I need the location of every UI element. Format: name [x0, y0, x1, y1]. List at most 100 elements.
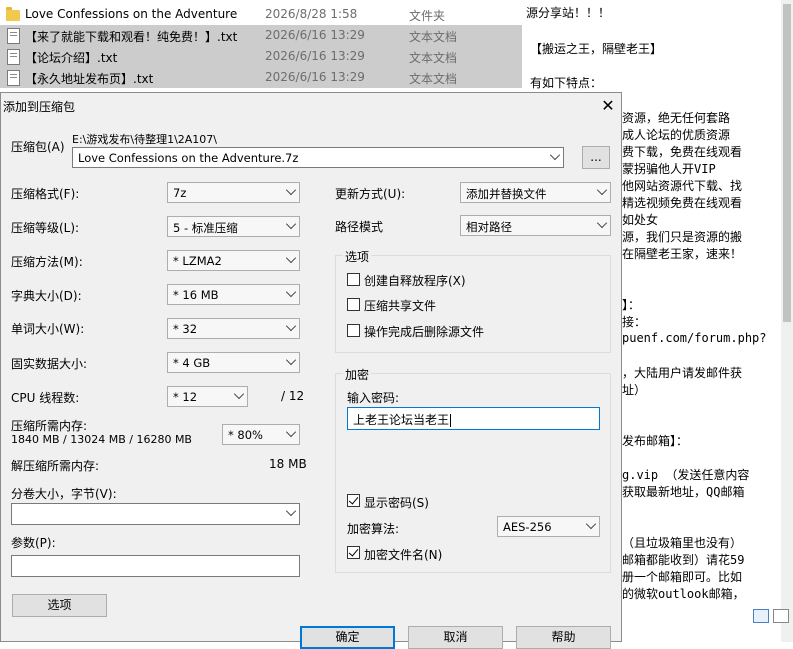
word-label: 单词大小(W): [11, 322, 85, 336]
text-line: 】： [622, 298, 641, 312]
archive-path: E:\游戏发布\待整理1\2A107\ [72, 133, 217, 146]
file-name: 【论坛介绍】.txt [25, 51, 118, 65]
params-input[interactable] [11, 555, 300, 577]
encryption-method-select[interactable]: AES-256 [497, 516, 600, 537]
file-date: 2026/6/16 13:29 [265, 49, 365, 63]
folder-icon [6, 7, 20, 23]
file-row-folder[interactable]: Love Confessions on the Adventure 2026/8… [0, 4, 522, 25]
file-type: 文本文档 [409, 51, 458, 65]
chevron-down-icon [233, 388, 245, 400]
shared-files-label: 压缩共享文件 [364, 299, 437, 313]
chevron-down-icon [285, 354, 297, 366]
options-group-title: 选项 [343, 248, 372, 265]
level-label: 压缩等级(L): [11, 221, 80, 235]
text-file-icon [6, 70, 20, 86]
file-list: Love Confessions on the Adventure 2026/8… [0, 0, 522, 96]
path-mode-select[interactable]: 相对路径 [460, 215, 611, 236]
text-file-icon [6, 49, 20, 65]
encrypt-names-checkbox[interactable] [347, 546, 360, 559]
text-line: g.vip （发送任意内容 [622, 468, 750, 482]
text-line: 源分享站！！！ [526, 6, 611, 20]
text-line: puenf.com/forum.php? [622, 331, 767, 345]
word-select[interactable]: * 32 [167, 318, 300, 339]
text-line: 如处女 [622, 213, 659, 227]
chevron-down-icon [285, 286, 297, 298]
cancel-button[interactable]: 取消 [408, 626, 503, 649]
text-line: ，大陆用户请发邮件获 [622, 366, 743, 380]
chevron-down-icon [596, 184, 608, 196]
chevron-down-icon [585, 518, 597, 530]
archive-name-input[interactable]: Love Confessions on the Adventure.7z [72, 147, 564, 168]
file-date: 2026/8/28 1:58 [265, 7, 358, 21]
format-select[interactable]: 7z [167, 182, 300, 203]
file-row[interactable]: 【来了就能下载和观看！纯免费！】.txt 2026/6/16 13:29 文本文… [0, 25, 522, 46]
file-type: 文本文档 [409, 72, 458, 86]
file-row[interactable]: 【永久地址发布页】.txt 2026/6/16 13:29 文本文档 [0, 67, 522, 88]
large-icons-view-icon[interactable] [773, 609, 789, 623]
delete-after-checkbox[interactable] [347, 324, 360, 337]
encryption-method-label: 加密算法: [347, 522, 400, 536]
text-line: 址） [622, 383, 647, 397]
text-line: 的微软outlook邮箱， [622, 587, 745, 601]
archive-label: 压缩包(A) [11, 140, 65, 154]
text-line: （且垃圾箱里也没有） [622, 536, 743, 550]
file-type: 文件夹 [409, 9, 446, 23]
scrollbar-thumb[interactable] [783, 4, 791, 322]
split-size-input[interactable] [11, 503, 300, 525]
file-date: 2026/6/16 13:29 [265, 28, 365, 42]
sfx-checkbox[interactable] [347, 273, 360, 286]
method-label: 压缩方法(M): [11, 255, 83, 269]
dialog-title: 添加到压缩包 [3, 100, 76, 114]
update-mode-select[interactable]: 添加并替换文件 [460, 182, 611, 203]
mem-decompress-label: 解压缩所需内存: [11, 459, 100, 473]
shared-files-checkbox[interactable] [347, 298, 360, 311]
file-date: 2026/6/16 13:29 [265, 70, 365, 84]
method-select[interactable]: * LZMA2 [167, 250, 300, 271]
path-mode-label: 路径模式 [335, 220, 384, 234]
vertical-scrollbar[interactable] [781, 0, 793, 642]
chevron-down-icon [285, 218, 297, 230]
text-line: 成人论坛的优质资源 [622, 128, 731, 142]
chevron-down-icon [285, 252, 297, 264]
text-line: 蒙拐骗他人开VIP [622, 162, 716, 176]
encryption-group-title: 加密 [343, 366, 372, 383]
show-password-checkbox[interactable] [347, 494, 360, 507]
mem-compress-value: 1840 MB / 13024 MB / 16280 MB [11, 433, 192, 446]
threads-label: CPU 线程数: [11, 391, 80, 405]
mem-decompress-value: 18 MB [269, 457, 307, 471]
split-label: 分卷大小，字节(V): [11, 487, 117, 501]
delete-after-label: 操作完成后删除源文件 [364, 325, 485, 339]
threads-max: / 12 [281, 389, 305, 403]
mem-compress-label: 压缩所需内存: [11, 419, 88, 433]
details-view-icon[interactable] [753, 609, 769, 623]
threads-select[interactable]: * 12 [167, 386, 248, 407]
chevron-down-icon [285, 184, 297, 196]
level-select[interactable]: 5 - 标准压缩 [167, 216, 300, 237]
help-button[interactable]: 帮助 [516, 626, 611, 649]
file-row[interactable]: 【论坛介绍】.txt 2026/6/16 13:29 文本文档 [0, 46, 522, 67]
format-label: 压缩格式(F): [11, 187, 80, 201]
solid-select[interactable]: * 4 GB [167, 352, 300, 373]
text-line: 源，我们只是资源的搬 [622, 230, 743, 244]
file-name: 【来了就能下载和观看！纯免费！】.txt [25, 30, 238, 44]
password-input[interactable]: 上老王论坛当老王 [347, 407, 600, 430]
params-label: 参数(P): [11, 536, 56, 550]
options-button[interactable]: 选项 [12, 594, 107, 617]
text-line: 精选视频免费在线观看 [622, 196, 743, 210]
ok-button[interactable]: 确定 [300, 626, 395, 649]
text-cursor [450, 414, 452, 427]
close-icon[interactable]: ✕ [597, 95, 619, 117]
dict-select[interactable]: * 16 MB [167, 284, 300, 305]
text-file-icon [6, 28, 20, 44]
file-type: 文本文档 [409, 30, 458, 44]
text-line: 册一个邮箱即可。比如 [622, 570, 743, 584]
browse-button[interactable]: ... [582, 146, 610, 169]
text-line: 发布邮箱】： [622, 434, 689, 448]
mem-percent-select[interactable]: * 80% [222, 424, 300, 445]
file-name: 【永久地址发布页】.txt [25, 72, 154, 86]
show-password-label: 显示密码(S) [364, 496, 429, 510]
text-line: 邮箱都能收到）请花59 [622, 553, 745, 567]
update-mode-label: 更新方式(U): [335, 187, 406, 201]
text-line: 【搬运之王，隔壁老王】 [530, 42, 663, 56]
file-name: Love Confessions on the Adventure [25, 7, 238, 21]
